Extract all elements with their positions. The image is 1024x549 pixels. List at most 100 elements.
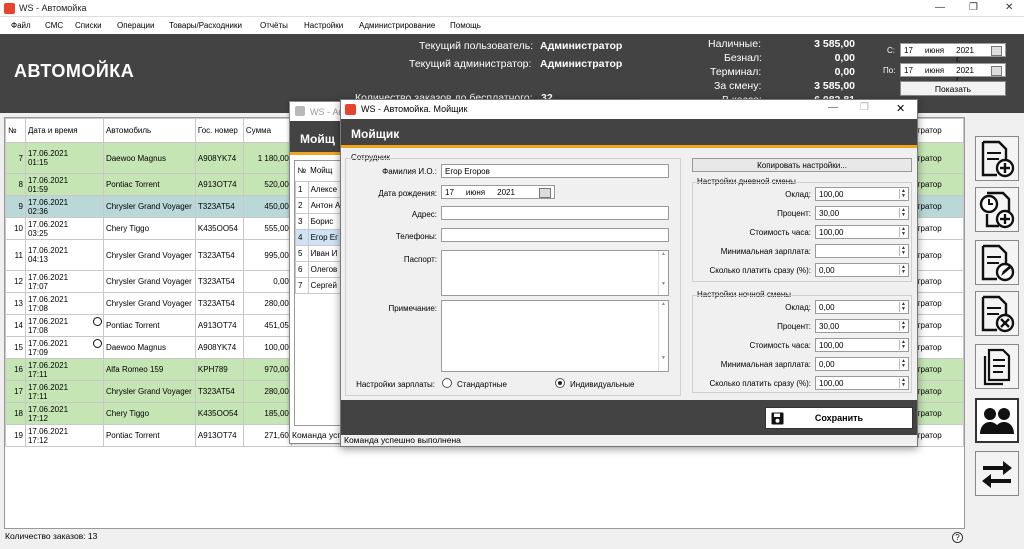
- spin-arrows-icon[interactable]: ▲ ▼: [899, 340, 907, 350]
- users-button[interactable]: [975, 398, 1019, 443]
- washer-row[interactable]: 5 Иван И: [295, 244, 346, 262]
- washer-row[interactable]: 4 Егор Ег: [295, 228, 346, 246]
- night-percent-input[interactable]: 30,00 ▲ ▼: [815, 319, 909, 333]
- spin-arrows-icon[interactable]: ▲ ▼: [899, 321, 907, 331]
- help-icon[interactable]: ?: [952, 532, 963, 543]
- day-percent-label: Процент:: [777, 209, 811, 218]
- to-date-picker[interactable]: 17 июня 2021 г.: [900, 63, 1006, 84]
- day-rate-input[interactable]: 100,00 ▲ ▼: [815, 187, 909, 201]
- note-field[interactable]: ▲ ▼: [441, 300, 669, 372]
- cash-label: Наличные:: [708, 38, 761, 50]
- calendar-icon[interactable]: [990, 66, 1002, 76]
- calendar-icon[interactable]: [538, 188, 551, 198]
- cell-plate: T323AT54: [194, 239, 244, 271]
- add-document-button[interactable]: [975, 136, 1019, 181]
- from-date-picker[interactable]: 17 июня 2021 г.: [900, 43, 1006, 64]
- day-hour-input[interactable]: 100,00 ▲ ▼: [815, 225, 909, 239]
- birth-day: 17: [445, 188, 454, 197]
- close-button[interactable]: ✕: [1005, 2, 1013, 13]
- address-field[interactable]: [441, 206, 669, 220]
- cell-number: 15: [5, 336, 26, 359]
- spin-arrows-icon[interactable]: ▲ ▼: [899, 227, 907, 237]
- scheduled-document-button[interactable]: [975, 187, 1019, 232]
- washer-dialog-header: Мойщик: [341, 119, 917, 148]
- restore-button[interactable]: ❐: [969, 2, 978, 13]
- close-button[interactable]: ✕: [896, 102, 905, 115]
- maximize-button[interactable]: ❐: [860, 102, 869, 113]
- address-label: Адрес:: [411, 210, 437, 219]
- night-pay_now-input[interactable]: 100,00 ▲ ▼: [815, 376, 909, 390]
- washer-row[interactable]: 6 Олегов: [295, 260, 346, 278]
- cell-datetime: 17.06.2021 04:13: [24, 239, 104, 271]
- copy-document-button[interactable]: [975, 344, 1019, 389]
- washer-row-number: 1: [295, 180, 309, 198]
- cell-sum: 450,00: [242, 195, 292, 218]
- cell-number: 8: [5, 173, 26, 196]
- washer-row[interactable]: 3 Борис: [295, 212, 346, 230]
- minimize-button[interactable]: —: [935, 2, 945, 13]
- menu-sms[interactable]: СМС: [45, 21, 63, 30]
- menu-help[interactable]: Помощь: [450, 21, 481, 30]
- edit-document-button[interactable]: [975, 240, 1019, 285]
- copy-settings-button[interactable]: Копировать настройки...: [692, 158, 912, 172]
- washer-row-number: 2: [295, 196, 309, 214]
- radio-standard[interactable]: [442, 378, 452, 388]
- salary-settings-label: Настройки зарплаты:: [356, 380, 435, 389]
- day-percent-input[interactable]: 30,00 ▲ ▼: [815, 206, 909, 220]
- phones-field[interactable]: [441, 228, 669, 242]
- spin-arrows-icon[interactable]: ▲ ▼: [899, 265, 907, 275]
- washer-row[interactable]: 2 Антон А: [295, 196, 346, 214]
- night-hour-input[interactable]: 100,00 ▲ ▼: [815, 338, 909, 352]
- menu-file[interactable]: Файл: [11, 21, 31, 30]
- menu-settings[interactable]: Настройки: [304, 21, 343, 30]
- spin-arrows-icon[interactable]: ▲ ▼: [899, 208, 907, 218]
- col-number[interactable]: №: [5, 118, 26, 143]
- cell-datetime: 17.06.2021 17:11: [24, 358, 104, 381]
- menu-lists[interactable]: Списки: [75, 21, 102, 30]
- birth-date-picker[interactable]: 17 июня 2021: [441, 185, 555, 199]
- menu-goods[interactable]: Товары/Расходники: [169, 21, 242, 30]
- cell-plate: A913OT74: [194, 173, 244, 196]
- menu-admin[interactable]: Администрирование: [359, 21, 435, 30]
- cash-value: 3 585,00: [814, 38, 855, 50]
- menu-reports[interactable]: Отчёты: [260, 21, 288, 30]
- day-min-input[interactable]: ▲ ▼: [815, 244, 909, 258]
- washer-row[interactable]: 1 Алексе: [295, 180, 346, 198]
- swap-button[interactable]: [975, 451, 1019, 496]
- minimize-button[interactable]: —: [828, 102, 838, 113]
- col-plate[interactable]: Гос. номер: [194, 118, 244, 143]
- washers-table[interactable]: № Мойщ 1 Алексе 2 Антон А 3 Борис 4 Егор Ег 5 Иван…: [294, 160, 346, 426]
- orders-count: Количество заказов: 13: [5, 531, 98, 541]
- col-sum[interactable]: Сумма: [242, 118, 292, 143]
- night-min-input[interactable]: 0,00 ▲ ▼: [815, 357, 909, 371]
- cell-number: 19: [5, 424, 26, 447]
- cell-number: 18: [5, 402, 26, 425]
- spin-arrows-icon[interactable]: ▲ ▼: [899, 246, 907, 256]
- calendar-icon[interactable]: [990, 46, 1002, 56]
- spin-arrows-icon[interactable]: ▲ ▼: [899, 189, 907, 199]
- spin-arrows-icon[interactable]: ▲ ▼: [899, 359, 907, 369]
- scrollbar[interactable]: ▲ ▼: [658, 301, 668, 371]
- scrollbar[interactable]: ▲ ▼: [658, 251, 668, 295]
- night-rate-input[interactable]: 0,00 ▲ ▼: [815, 300, 909, 314]
- cell-datetime: 17.06.2021 17:09: [24, 336, 104, 359]
- app-icon: [295, 106, 305, 116]
- washer-row[interactable]: 7 Сергей: [295, 276, 346, 294]
- edit-document-icon: [981, 244, 1015, 281]
- col-datetime[interactable]: Дата и время: [24, 118, 104, 143]
- spin-arrows-icon[interactable]: ▲ ▼: [899, 302, 907, 312]
- app-icon: [4, 3, 15, 14]
- current-user: Администратор: [540, 40, 623, 52]
- spin-arrows-icon[interactable]: ▲ ▼: [899, 378, 907, 388]
- night-min-label: Минимальная зарплата:: [720, 360, 811, 369]
- passport-field[interactable]: ▲ ▼: [441, 250, 669, 296]
- delete-document-button[interactable]: [975, 291, 1019, 336]
- fio-field[interactable]: Егор Егоров: [441, 164, 669, 178]
- col-car[interactable]: Автомобиль: [102, 118, 196, 143]
- to-day: 17: [904, 66, 913, 75]
- save-button[interactable]: Сохранить: [765, 407, 913, 429]
- show-button[interactable]: Показать: [900, 81, 1006, 96]
- day-pay_now-input[interactable]: 0,00 ▲ ▼: [815, 263, 909, 277]
- radio-individual[interactable]: [555, 378, 565, 388]
- menu-operations[interactable]: Операции: [117, 21, 154, 30]
